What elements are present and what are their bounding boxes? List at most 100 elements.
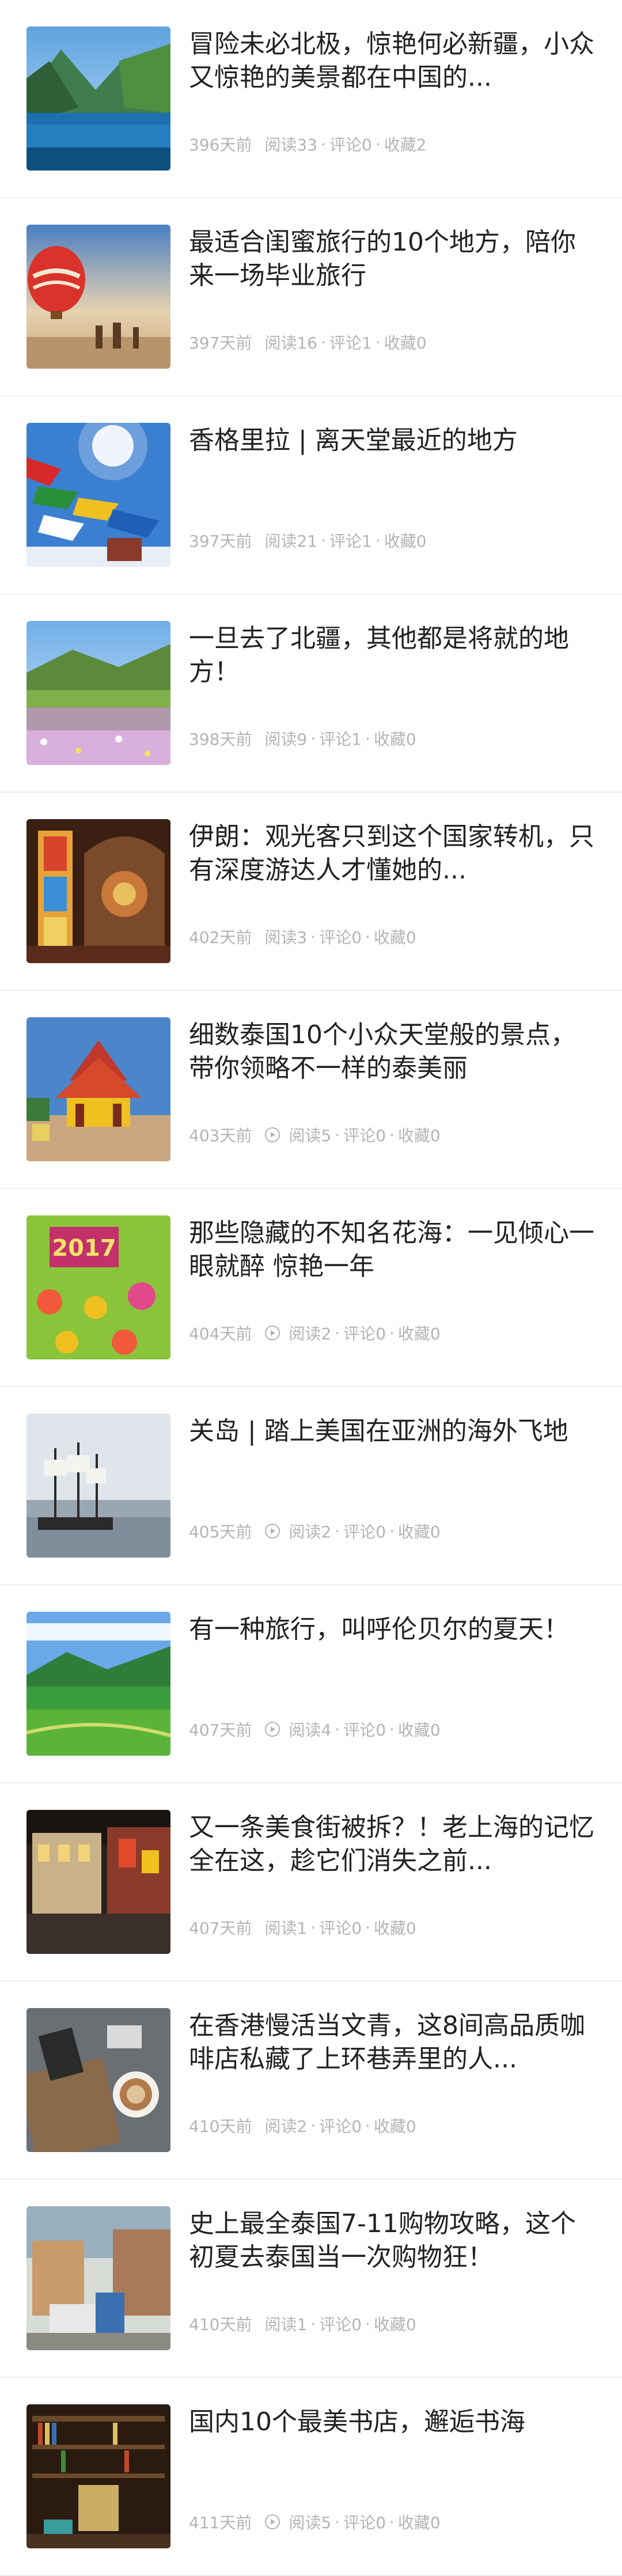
- read-count: 阅读16: [264, 334, 318, 353]
- article-thumbnail-flower-2017[interactable]: 2017: [26, 1215, 170, 1359]
- article-feed: 冒险未必北极，惊艳何必新疆，小众又惊艳的美景都在中国的... 396天前 阅读3…: [0, 0, 622, 2576]
- meta-separator: ·: [310, 1918, 316, 1937]
- article-thumbnail-stained-glass[interactable]: [26, 819, 170, 963]
- publish-date: 403天前: [189, 1126, 252, 1145]
- article-card-13[interactable]: 国内10个最美书店，邂逅书海 411天前 阅读5 · 评论0 · 收藏0: [0, 2378, 622, 2576]
- comment-count: 评论1: [329, 334, 372, 353]
- meta-separator: ·: [335, 1323, 340, 1343]
- article-thumbnail-flower-meadow[interactable]: [26, 621, 170, 765]
- comment-count: 评论0: [319, 2117, 362, 2136]
- comment-count: 评论0: [343, 1522, 386, 1541]
- meta-separator: ·: [365, 1918, 370, 1937]
- article-meta: 403天前 阅读5 · 评论0 · 收藏0: [189, 1123, 441, 1146]
- favorite-count: 收藏0: [373, 730, 416, 749]
- article-thumbnail-street-night[interactable]: [26, 1810, 170, 1954]
- article-title[interactable]: 史上最全泰国7-11购物攻略，这个初夏去泰国当一次购物狂！: [189, 2207, 598, 2274]
- meta-separator: ·: [365, 2314, 370, 2333]
- article-card-12[interactable]: 史上最全泰国7-11购物攻略，这个初夏去泰国当一次购物狂！ 410天前 阅读1 …: [0, 2180, 622, 2378]
- article-card-11[interactable]: 在香港慢活当文青，这8间高品质咖啡店私藏了上环巷弄里的人... 410天前 阅读…: [0, 1982, 622, 2180]
- article-thumbnail-market-street[interactable]: [26, 2206, 170, 2350]
- article-title[interactable]: 冒险未必北极，惊艳何必新疆，小众又惊艳的美景都在中国的...: [189, 28, 598, 94]
- meta-separator: ·: [389, 1323, 395, 1343]
- article-card-1[interactable]: 冒险未必北极，惊艳何必新疆，小众又惊艳的美景都在中国的... 396天前 阅读3…: [0, 0, 622, 198]
- article-title[interactable]: 伊朗：观光客只到这个国家转机，只有深度游达人才懂她的...: [189, 820, 598, 887]
- article-title[interactable]: 国内10个最美书店，邂逅书海: [189, 2405, 598, 2439]
- article-card-5[interactable]: 伊朗：观光客只到这个国家转机，只有深度游达人才懂她的... 402天前 阅读3 …: [0, 793, 622, 991]
- read-count: 阅读1: [264, 2315, 308, 2334]
- article-title[interactable]: 细数泰国10个小众天堂般的景点，带你领略不一样的泰美丽: [189, 1018, 598, 1085]
- thumbnail-image: [26, 621, 170, 765]
- article-thumbnail-hot-air-balloon[interactable]: [26, 225, 170, 369]
- article-card-7[interactable]: 2017 那些隐藏的不知名花海：一见倾心一眼就醉 惊艳一年 404天前 阅读2 …: [0, 1189, 622, 1387]
- meta-separator: ·: [365, 729, 370, 748]
- read-count: 阅读2: [289, 1522, 332, 1541]
- publish-date: 405天前: [189, 1522, 252, 1541]
- meta-separator: ·: [365, 2116, 370, 2135]
- article-thumbnail-thai-pavilion[interactable]: [26, 1017, 170, 1161]
- video-play-icon: [264, 1127, 280, 1143]
- article-title[interactable]: 在香港慢活当文青，这8间高品质咖啡店私藏了上环巷弄里的人...: [189, 2009, 598, 2076]
- article-title[interactable]: 关岛 | 踏上美国在亚洲的海外飞地: [189, 1415, 598, 1448]
- article-thumbnail-sailing-ship[interactable]: [26, 1414, 170, 1558]
- thumbnail-image: [26, 819, 170, 963]
- meta-separator: ·: [310, 2116, 316, 2135]
- comment-count: 评论0: [343, 1324, 386, 1343]
- article-title[interactable]: 又一条美食街被拆？！老上海的记忆全在这，趁它们消失之前...: [189, 1811, 598, 1878]
- meta-separator: ·: [375, 332, 381, 352]
- publish-date: 411天前: [189, 2513, 252, 2532]
- svg-text:2017: 2017: [52, 1235, 116, 1262]
- article-meta: 410天前 阅读1 · 评论0 · 收藏0: [189, 2312, 416, 2335]
- video-play-icon: [264, 2514, 280, 2530]
- article-meta: 398天前 阅读9 · 评论1 · 收藏0: [189, 727, 416, 750]
- read-count: 阅读33: [264, 135, 318, 154]
- article-meta: 404天前 阅读2 · 评论0 · 收藏0: [189, 1321, 441, 1344]
- article-card-9[interactable]: 有一种旅行，叫呼伦贝尔的夏天！ 407天前 阅读4 · 评论0 · 收藏0: [0, 1585, 622, 1783]
- meta-separator: ·: [335, 1719, 340, 1739]
- comment-count: 评论0: [343, 1126, 386, 1145]
- article-thumbnail-prayer-flags[interactable]: [26, 423, 170, 567]
- article-card-10[interactable]: 又一条美食街被拆？！老上海的记忆全在这，趁它们消失之前... 407天前 阅读1…: [0, 1783, 622, 1982]
- article-title[interactable]: 有一种旅行，叫呼伦贝尔的夏天！: [189, 1613, 598, 1646]
- thumbnail-image: [26, 2008, 170, 2152]
- publish-date: 402天前: [189, 928, 252, 947]
- favorite-count: 收藏0: [373, 2315, 416, 2334]
- comment-count: 评论1: [329, 532, 372, 551]
- publish-date: 398天前: [189, 730, 252, 749]
- article-card-2[interactable]: 最适合闺蜜旅行的10个地方，陪你来一场毕业旅行 397天前 阅读16 · 评论1…: [0, 198, 622, 396]
- article-title[interactable]: 一旦去了北疆，其他都是将就的地方！: [189, 622, 598, 689]
- article-card-4[interactable]: 一旦去了北疆，其他都是将就的地方！ 398天前 阅读9 · 评论1 · 收藏0: [0, 594, 622, 793]
- article-thumbnail-grassland[interactable]: [26, 1612, 170, 1756]
- read-count: 阅读5: [289, 2513, 332, 2532]
- thumbnail-image: [26, 1017, 170, 1161]
- publish-date: 410天前: [189, 2117, 252, 2136]
- publish-date: 396天前: [189, 135, 252, 154]
- thumbnail-image: [26, 1612, 170, 1756]
- article-thumbnail-coffee-table[interactable]: [26, 2008, 170, 2152]
- comment-count: 评论0: [343, 2513, 386, 2532]
- favorite-count: 收藏0: [397, 2513, 441, 2532]
- favorite-count: 收藏0: [397, 1126, 441, 1145]
- meta-separator: ·: [310, 927, 316, 946]
- article-card-3[interactable]: 香格里拉 | 离天堂最近的地方 397天前 阅读21 · 评论1 · 收藏0: [0, 396, 622, 594]
- meta-separator: ·: [365, 927, 370, 946]
- meta-separator: ·: [335, 1521, 340, 1541]
- article-title[interactable]: 那些隐藏的不知名花海：一见倾心一眼就醉 惊艳一年: [189, 1217, 598, 1283]
- article-card-6[interactable]: 细数泰国10个小众天堂般的景点，带你领略不一样的泰美丽 403天前 阅读5 · …: [0, 991, 622, 1189]
- thumbnail-image: [26, 1414, 170, 1558]
- article-title[interactable]: 最适合闺蜜旅行的10个地方，陪你来一场毕业旅行: [189, 226, 598, 293]
- publish-date: 407天前: [189, 1919, 252, 1938]
- publish-date: 397天前: [189, 334, 252, 353]
- meta-separator: ·: [321, 332, 326, 352]
- article-thumbnail-bookstore[interactable]: [26, 2404, 170, 2548]
- meta-separator: ·: [375, 531, 381, 550]
- article-thumbnail-lake-mountains[interactable]: [26, 26, 170, 171]
- article-meta: 411天前 阅读5 · 评论0 · 收藏0: [189, 2510, 441, 2533]
- meta-separator: ·: [310, 729, 316, 748]
- article-meta: 397天前 阅读21 · 评论1 · 收藏0: [189, 529, 427, 552]
- article-title[interactable]: 香格里拉 | 离天堂最近的地方: [189, 424, 598, 457]
- read-count: 阅读5: [289, 1126, 332, 1145]
- favorite-count: 收藏0: [397, 1324, 441, 1343]
- comment-count: 评论0: [319, 2315, 362, 2334]
- article-card-8[interactable]: 关岛 | 踏上美国在亚洲的海外飞地 405天前 阅读2 · 评论0 · 收藏0: [0, 1387, 622, 1585]
- read-count: 阅读9: [264, 730, 308, 749]
